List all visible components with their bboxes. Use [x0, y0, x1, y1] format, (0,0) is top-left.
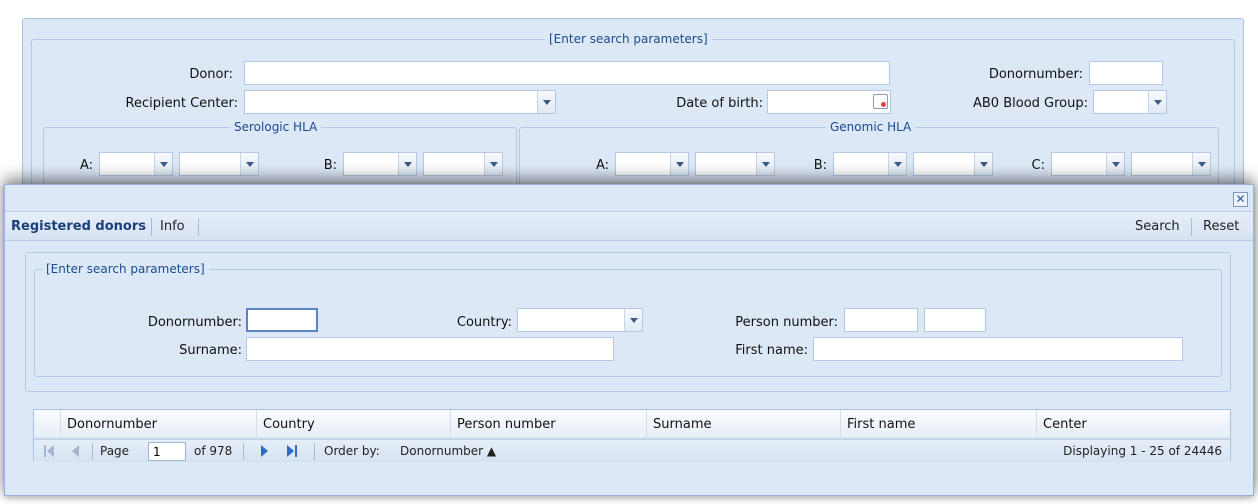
chevron-down-icon[interactable]	[537, 91, 555, 113]
first-name-label: First name:	[735, 343, 808, 358]
first-page-icon[interactable]	[44, 445, 56, 457]
ab0-blood-group-label: AB0 Blood Group:	[973, 96, 1088, 111]
genomic-b-label: B:	[813, 158, 827, 173]
donor-label: Donor:	[189, 67, 233, 82]
chevron-down-icon[interactable]	[1106, 153, 1124, 175]
previous-page-icon[interactable]	[72, 445, 84, 457]
dialog-toolbar: Registered donors Info Search Reset	[5, 211, 1253, 241]
pager-divider	[314, 443, 315, 460]
donors-grid: Donornumber Country Person number Surnam…	[33, 409, 1231, 462]
genomic-c1-select[interactable]	[1051, 152, 1125, 176]
recipient-center-select[interactable]	[244, 90, 556, 114]
recipient-center-label: Recipient Center:	[125, 96, 238, 111]
chevron-down-icon[interactable]	[398, 153, 416, 175]
last-page-icon[interactable]	[287, 445, 299, 457]
chevron-down-icon[interactable]	[240, 153, 258, 175]
page-label: Page	[100, 444, 130, 458]
grid-pager: Page of 978 Order by: Donornumber ▲ Disp…	[34, 439, 1230, 462]
ab0-blood-group-select[interactable]	[1093, 90, 1167, 114]
genomic-hla-legend: Genomic HLA	[826, 120, 916, 134]
tab-registered-donors[interactable]: Registered donors	[11, 219, 146, 235]
genomic-a-label: A:	[595, 158, 609, 173]
surname-input[interactable]	[246, 337, 614, 361]
genomic-b1-select[interactable]	[833, 152, 907, 176]
surname-label: Surname:	[179, 343, 242, 358]
serologic-hla-legend: Serologic HLA	[230, 120, 322, 134]
column-header-person-number[interactable]: Person number	[450, 410, 646, 439]
registered-donors-dialog: ✕ Registered donors Info Search Reset [E…	[4, 184, 1254, 496]
chevron-down-icon[interactable]	[756, 153, 774, 175]
column-header-donornumber[interactable]: Donornumber	[60, 410, 256, 439]
genomic-c-label: C:	[1031, 158, 1045, 173]
person-number-label: Person number:	[735, 315, 838, 330]
genomic-b2-select[interactable]	[913, 152, 993, 176]
chevron-down-icon[interactable]	[974, 153, 992, 175]
date-of-birth-input[interactable]	[767, 90, 891, 114]
grid-header: Donornumber Country Person number Surnam…	[34, 410, 1230, 439]
next-page-icon[interactable]	[261, 445, 273, 457]
modal-donornumber-label: Donornumber:	[147, 315, 242, 330]
serologic-b-label: B:	[323, 158, 337, 173]
pager-divider	[92, 443, 93, 460]
country-label: Country:	[456, 315, 512, 330]
serologic-b2-select[interactable]	[423, 152, 503, 176]
modal-donornumber-input[interactable]	[246, 308, 318, 332]
first-name-input[interactable]	[813, 337, 1183, 361]
close-icon[interactable]: ✕	[1233, 192, 1248, 207]
pager-divider	[243, 443, 244, 460]
page-number-input[interactable]	[148, 442, 186, 461]
chevron-down-icon[interactable]	[670, 153, 688, 175]
column-header-surname[interactable]: Surname	[646, 410, 840, 439]
donor-search-panel: [Enter search parameters] Donornumber: C…	[25, 252, 1231, 392]
country-select[interactable]	[517, 308, 643, 332]
donor-search-legend: [Enter search parameters]	[42, 262, 209, 276]
person-number-input-1[interactable]	[844, 308, 918, 332]
serologic-a-label: A:	[79, 158, 93, 173]
tab-info[interactable]: Info	[160, 219, 185, 235]
chevron-down-icon[interactable]	[1148, 91, 1166, 113]
column-header-first-name[interactable]: First name	[840, 410, 1036, 439]
column-header-rownum	[34, 410, 60, 439]
donor-input[interactable]	[244, 61, 890, 85]
chevron-down-icon[interactable]	[154, 153, 172, 175]
serologic-a2-select[interactable]	[179, 152, 259, 176]
reset-button[interactable]: Reset	[1203, 219, 1239, 235]
page-count-label: of 978	[194, 444, 233, 458]
genomic-a2-select[interactable]	[695, 152, 775, 176]
order-by-value[interactable]: Donornumber ▲	[400, 444, 496, 459]
person-number-input-2[interactable]	[924, 308, 986, 332]
chevron-down-icon[interactable]	[888, 153, 906, 175]
serologic-b1-select[interactable]	[343, 152, 417, 176]
search-button[interactable]: Search	[1135, 219, 1180, 235]
background-fieldset-legend: [Enter search parameters]	[545, 32, 712, 46]
toolbar-divider	[198, 218, 199, 236]
genomic-a1-select[interactable]	[615, 152, 689, 176]
order-by-label: Order by:	[324, 444, 380, 458]
date-of-birth-label: Date of birth:	[676, 96, 763, 111]
serologic-a1-select[interactable]	[99, 152, 173, 176]
genomic-c2-select[interactable]	[1131, 152, 1211, 176]
background-search-form: [Enter search parameters] Donor: Donornu…	[22, 18, 1244, 209]
column-header-center[interactable]: Center	[1036, 410, 1230, 439]
displaying-status: Displaying 1 - 25 of 24446	[1063, 444, 1222, 458]
chevron-down-icon[interactable]	[624, 309, 642, 331]
toolbar-divider	[1191, 218, 1192, 236]
column-header-country[interactable]: Country	[256, 410, 450, 439]
donornumber-label: Donornumber:	[988, 67, 1083, 82]
chevron-down-icon[interactable]	[1192, 153, 1210, 175]
chevron-down-icon[interactable]	[484, 153, 502, 175]
toolbar-divider	[151, 218, 152, 236]
calendar-icon[interactable]	[873, 94, 888, 109]
donornumber-input[interactable]	[1089, 61, 1163, 85]
